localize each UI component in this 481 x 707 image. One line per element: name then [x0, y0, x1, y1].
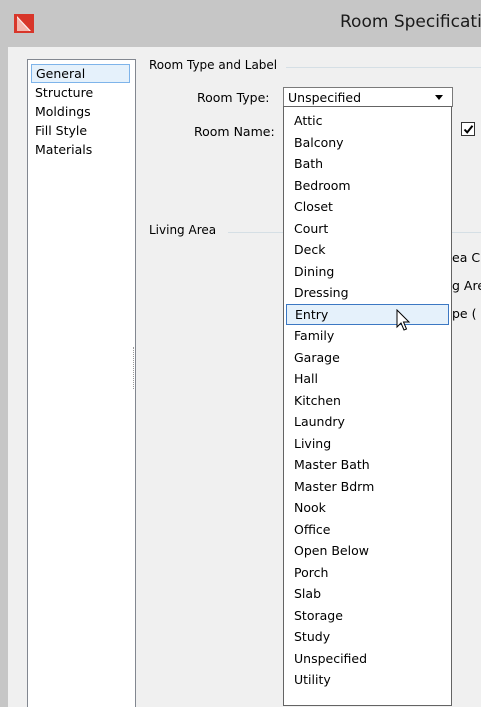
dropdown-option[interactable]: Laundry [286, 411, 449, 432]
group-divider [286, 67, 481, 68]
dropdown-option[interactable]: Closet [286, 196, 449, 217]
splitter-handle[interactable] [133, 347, 135, 389]
category-list[interactable]: General Structure Moldings Fill Style Ma… [27, 59, 136, 707]
window-frame [0, 47, 8, 707]
dropdown-option[interactable]: Bath [286, 153, 449, 174]
dropdown-option[interactable]: Kitchen [286, 390, 449, 411]
dropdown-option[interactable]: Slab [286, 583, 449, 604]
dropdown-option[interactable]: Hall [286, 368, 449, 389]
dropdown-option[interactable]: Dining [286, 261, 449, 282]
dropdown-option[interactable]: Office [286, 519, 449, 540]
dropdown-arrow-icon [435, 95, 443, 100]
room-name-checkbox[interactable] [461, 122, 475, 136]
nav-item-moldings[interactable]: Moldings [31, 102, 130, 121]
partial-label-living-area: g Are [452, 278, 481, 293]
window-title: Room Specification [340, 12, 481, 32]
partial-label-type: pe ( [452, 306, 477, 321]
room-type-group-heading: Room Type and Label [146, 58, 281, 72]
dropdown-option[interactable]: Study [286, 626, 449, 647]
room-type-value: Unspecified [288, 90, 362, 105]
dropdown-option[interactable]: Utility [286, 669, 449, 690]
room-type-label: Room Type: [197, 90, 270, 105]
dropdown-option[interactable]: Living [286, 433, 449, 454]
app-icon [14, 14, 34, 33]
dropdown-option[interactable]: Master Bdrm [286, 476, 449, 497]
dropdown-option[interactable]: Attic [286, 110, 449, 131]
dropdown-option[interactable]: Unspecified [286, 648, 449, 669]
dropdown-option[interactable]: Garage [286, 347, 449, 368]
partial-label-area-calc: ea C [452, 250, 481, 265]
living-area-heading: Living Area [146, 223, 220, 237]
dropdown-option[interactable]: Bedroom [286, 175, 449, 196]
dropdown-option[interactable]: Open Below [286, 540, 449, 561]
room-type-select[interactable]: Unspecified [283, 87, 453, 107]
nav-item-general[interactable]: General [31, 64, 130, 83]
dropdown-option[interactable]: Storage [286, 605, 449, 626]
mouse-pointer-icon [396, 309, 411, 331]
dropdown-option[interactable]: Dressing [286, 282, 449, 303]
dropdown-option[interactable]: Deck [286, 239, 449, 260]
nav-item-fill-style[interactable]: Fill Style [31, 121, 130, 140]
dropdown-option[interactable]: Balcony [286, 132, 449, 153]
nav-item-materials[interactable]: Materials [31, 140, 130, 159]
room-name-label: Room Name: [194, 124, 275, 139]
dropdown-option[interactable]: Master Bath [286, 454, 449, 475]
title-bar[interactable]: Room Specification [0, 0, 481, 47]
dropdown-option[interactable]: Court [286, 218, 449, 239]
dropdown-option[interactable]: Porch [286, 562, 449, 583]
room-type-dropdown-list[interactable]: Attic Balcony Bath Bedroom Closet Court … [283, 106, 452, 706]
dialog-body: General Structure Moldings Fill Style Ma… [8, 47, 481, 707]
nav-item-structure[interactable]: Structure [31, 83, 130, 102]
dropdown-option[interactable]: Family [286, 325, 449, 346]
dropdown-option-highlighted[interactable]: Entry [286, 303, 449, 325]
dropdown-option[interactable]: Nook [286, 497, 449, 518]
check-icon [463, 125, 474, 134]
